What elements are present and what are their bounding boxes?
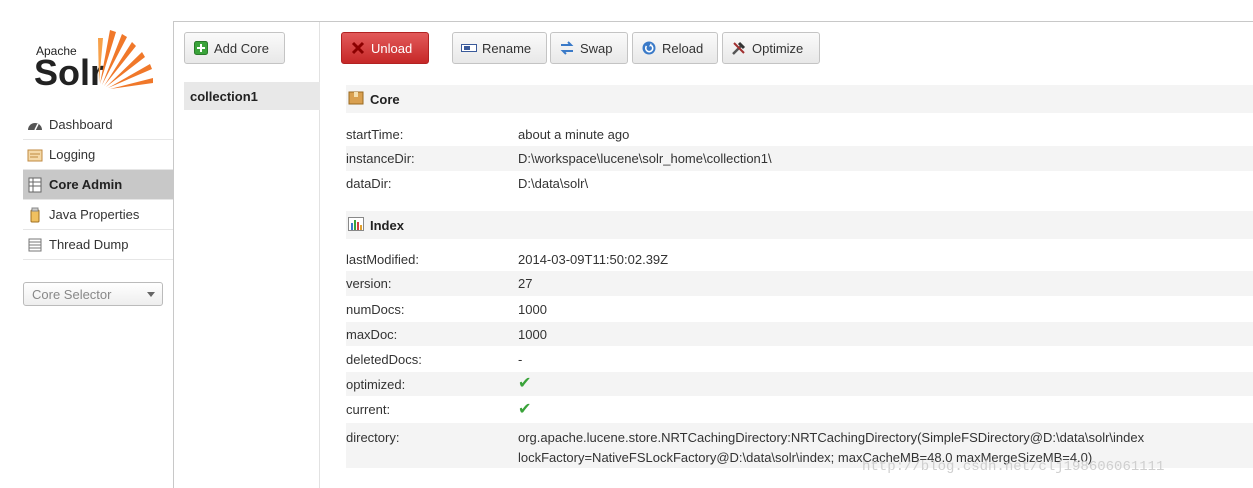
- solr-sun-icon: [98, 30, 153, 89]
- core-row-starttime: startTime: about a minute ago: [346, 123, 1253, 145]
- thread-dump-icon: [27, 237, 43, 253]
- index-row-optimized: optimized: ✔: [346, 372, 1253, 396]
- row-key: lastModified:: [346, 251, 419, 267]
- index-row-maxdoc: maxDoc: 1000: [346, 322, 1253, 346]
- nav-item-logging[interactable]: Logging: [23, 140, 173, 170]
- optimize-button[interactable]: Optimize: [722, 32, 820, 64]
- add-core-button[interactable]: Add Core: [184, 32, 285, 64]
- add-core-label: Add Core: [214, 40, 269, 56]
- nav-item-core-admin[interactable]: Core Admin: [23, 170, 173, 200]
- check-icon: ✔: [518, 375, 532, 392]
- row-key: numDocs:: [346, 301, 405, 317]
- core-row-datadir: dataDir: D:\data\solr\: [346, 172, 1253, 194]
- row-value: 1000: [518, 326, 547, 342]
- unload-label: Unload: [371, 40, 413, 56]
- core-row-instancedir: instanceDir: D:\workspace\lucene\solr_ho…: [346, 146, 1253, 171]
- nav-item-dashboard[interactable]: Dashboard: [23, 110, 173, 140]
- main-nav: Dashboard Logging Core Admin Java Proper…: [23, 110, 173, 260]
- core-section-title: Core: [370, 91, 400, 107]
- core-admin-icon: [27, 177, 43, 193]
- index-row-deleteddocs: deletedDocs: -: [346, 347, 1253, 371]
- row-key: startTime:: [346, 126, 404, 142]
- index-row-current: current: ✔: [346, 397, 1253, 422]
- watermark-text: http://blog.csdn.net/clj198606061111: [862, 459, 1165, 475]
- nav-label: Thread Dump: [49, 237, 129, 252]
- row-key: directory:: [346, 430, 400, 445]
- swap-button[interactable]: Swap: [550, 32, 628, 64]
- directory-line-1: org.apache.lucene.store.NRTCachingDirect…: [518, 430, 1145, 445]
- core-detail: Unload Rename Swap Reload Optimize Core …: [320, 22, 1253, 488]
- row-key: version:: [346, 276, 392, 291]
- tools-icon: [731, 40, 747, 56]
- row-value: about a minute ago: [518, 126, 630, 142]
- row-value: 27: [518, 276, 533, 291]
- dashboard-icon: [27, 117, 43, 133]
- row-value: D:\workspace\lucene\solr_home\collection…: [518, 151, 772, 166]
- left-panel: Apache Solr Dashboard Logging Core Admin…: [0, 0, 174, 488]
- swap-icon: [559, 40, 575, 56]
- nav-label: Core Admin: [49, 177, 123, 192]
- rename-button[interactable]: Rename: [452, 32, 547, 64]
- core-name: collection1: [190, 88, 258, 104]
- index-section-header: Index: [346, 211, 1253, 239]
- bar-chart-icon: [348, 217, 364, 233]
- main-frame: Add Core collection1 Unload Rename Swap: [173, 21, 1253, 488]
- row-key: deletedDocs:: [346, 351, 422, 367]
- row-value: 1000: [518, 301, 547, 317]
- nav-label: Logging: [49, 147, 96, 162]
- plus-icon: [193, 40, 209, 56]
- row-value: D:\data\solr\: [518, 175, 589, 191]
- nav-item-thread-dump[interactable]: Thread Dump: [23, 230, 173, 260]
- index-row-numdocs: numDocs: 1000: [346, 297, 1253, 321]
- index-section-title: Index: [370, 217, 404, 233]
- nav-label: Java Properties: [49, 207, 140, 222]
- row-value: 2014-03-09T11:50:02.39Z: [518, 251, 669, 267]
- core-list-item[interactable]: collection1: [184, 82, 320, 110]
- row-value: -: [518, 351, 523, 367]
- nav-label: Dashboard: [49, 117, 113, 132]
- core-list: Add Core collection1: [174, 22, 320, 488]
- reload-label: Reload: [662, 40, 704, 56]
- rename-icon: [461, 40, 477, 56]
- core-selector-label: Core Selector: [32, 286, 112, 302]
- unload-icon: [350, 40, 366, 56]
- reload-icon: [641, 40, 657, 56]
- row-key: instanceDir:: [346, 151, 415, 166]
- rename-label: Rename: [482, 40, 532, 56]
- index-row-version: version: 27: [346, 271, 1253, 296]
- unload-button[interactable]: Unload: [341, 32, 429, 64]
- index-row-lastmodified: lastModified: 2014-03-09T11:50:02.39Z: [346, 248, 1253, 270]
- swap-label: Swap: [580, 40, 613, 56]
- solr-logo[interactable]: Apache Solr: [34, 28, 159, 94]
- reload-button[interactable]: Reload: [632, 32, 718, 64]
- row-key: current:: [346, 402, 391, 417]
- optimize-label: Optimize: [752, 40, 804, 56]
- java-icon: [27, 207, 43, 223]
- package-icon: [348, 91, 364, 107]
- row-key: dataDir:: [346, 175, 392, 191]
- row-key: optimized:: [346, 376, 406, 392]
- check-icon: ✔: [518, 400, 532, 418]
- chevron-down-icon: [147, 292, 155, 297]
- row-key: maxDoc:: [346, 326, 398, 342]
- logging-icon: [27, 147, 43, 163]
- core-section-header: Core: [346, 85, 1253, 113]
- nav-item-java-properties[interactable]: Java Properties: [23, 200, 173, 230]
- core-selector[interactable]: Core Selector: [23, 282, 163, 306]
